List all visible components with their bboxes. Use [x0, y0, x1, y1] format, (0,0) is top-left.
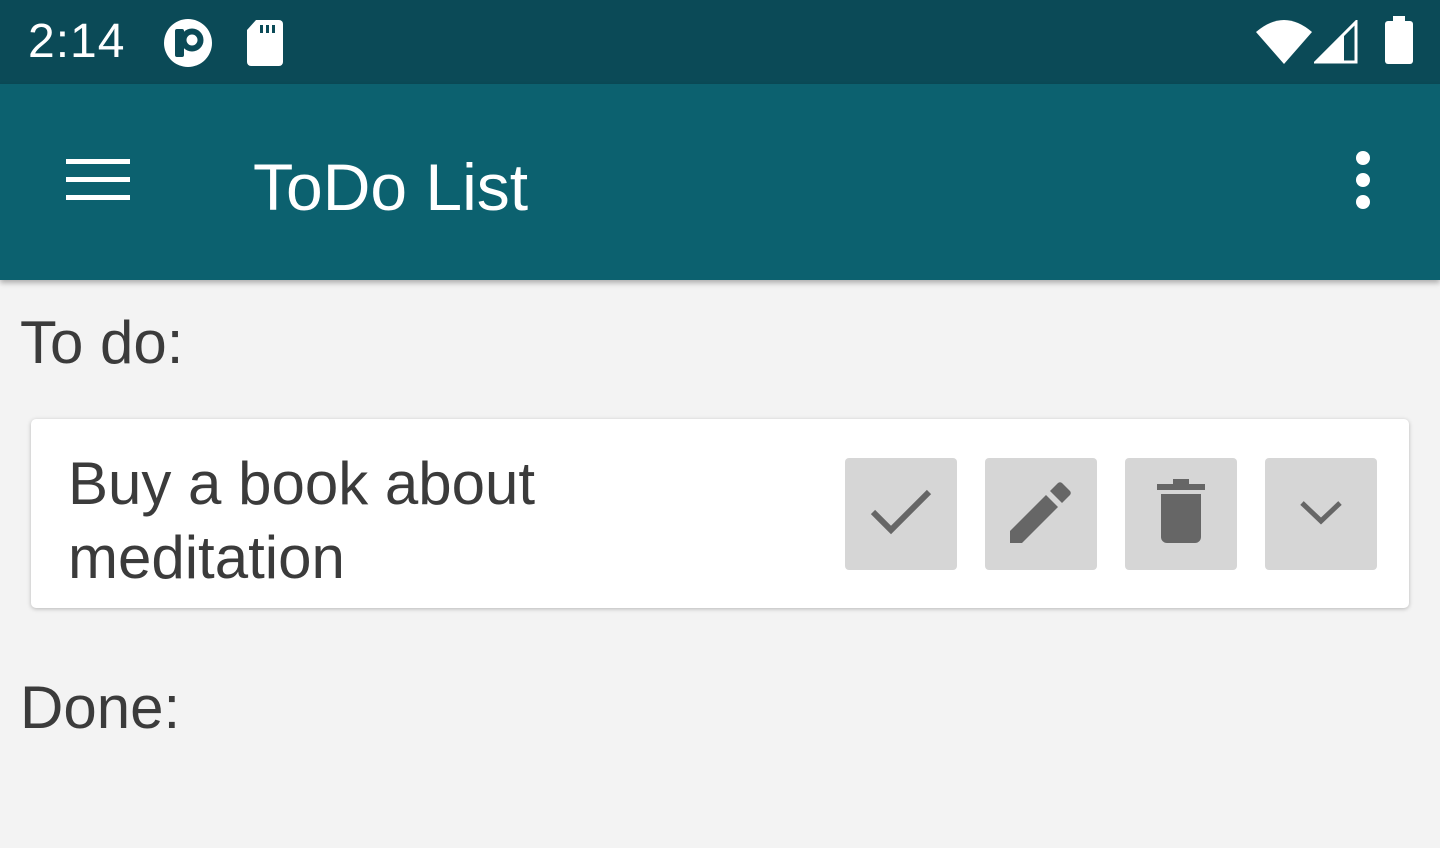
check-icon: [869, 488, 933, 541]
edit-button[interactable]: [985, 458, 1097, 570]
expand-button[interactable]: [1265, 458, 1377, 570]
more-vert-icon: [1353, 150, 1373, 215]
trash-icon: [1155, 478, 1207, 550]
battery-icon: [1384, 16, 1414, 71]
cell-signal-icon: [1312, 18, 1360, 69]
complete-button[interactable]: [845, 458, 957, 570]
done-section-label: Done:: [20, 674, 181, 741]
todo-section-label: To do:: [20, 309, 184, 376]
sd-card-icon: [246, 20, 284, 71]
chevron-down-icon: [1299, 498, 1343, 531]
delete-button[interactable]: [1125, 458, 1237, 570]
pencil-icon: [1008, 479, 1074, 550]
overflow-menu-button[interactable]: [1322, 138, 1404, 226]
app-title: ToDo List: [253, 150, 529, 224]
todo-item-text: Buy a book about meditation: [68, 450, 536, 591]
status-bar: 2:14: [0, 0, 1440, 84]
notification-app-icon: [163, 18, 213, 73]
hamburger-menu-icon: [64, 155, 132, 210]
app-bar: ToDo List: [0, 84, 1440, 280]
wifi-icon: [1256, 18, 1312, 69]
menu-button[interactable]: [48, 138, 148, 226]
todo-item-card: Buy a book about meditation: [31, 419, 1409, 608]
status-time: 2:14: [28, 15, 126, 68]
